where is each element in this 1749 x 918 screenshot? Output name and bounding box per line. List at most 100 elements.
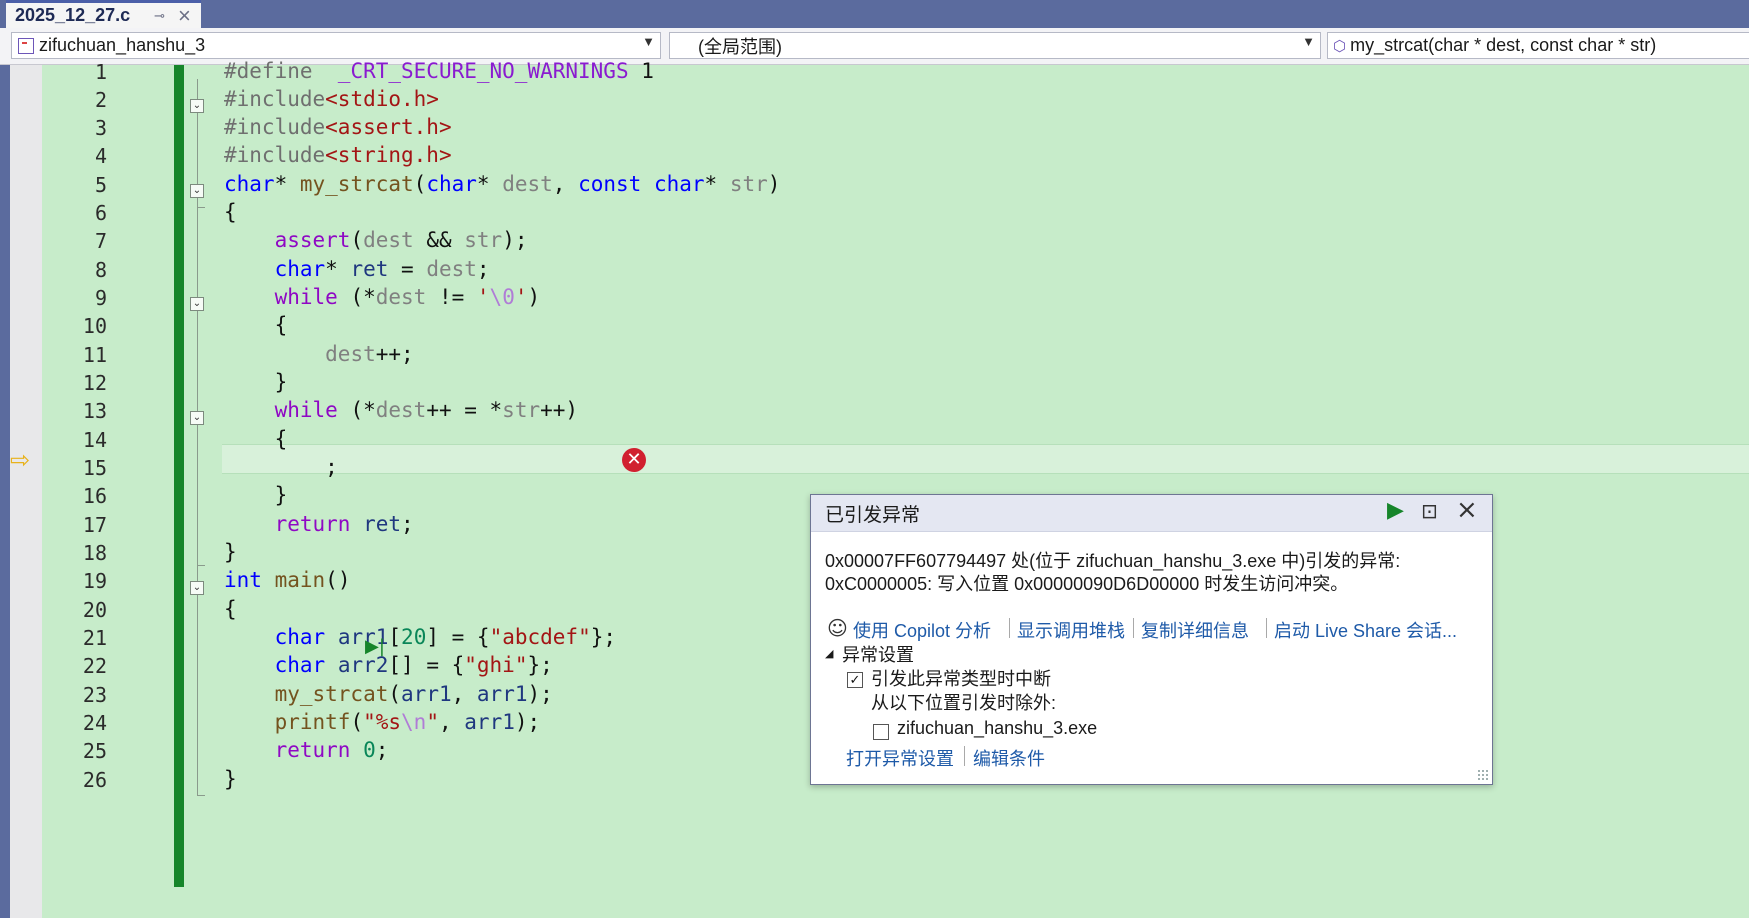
code-line-14[interactable]: {: [224, 427, 288, 451]
code-line-20[interactable]: {: [224, 597, 237, 621]
code-line-10[interactable]: {: [224, 313, 288, 337]
code-line-25[interactable]: return 0;: [224, 738, 389, 762]
code-token: ++;: [375, 342, 414, 366]
code-token: ;: [375, 738, 389, 762]
code-line-1[interactable]: #define _CRT_SECURE_NO_WARNINGS 1: [224, 59, 654, 83]
separator: [964, 746, 965, 766]
code-line-3[interactable]: #include<assert.h>: [224, 115, 452, 139]
start-live-share-link[interactable]: 启动 Live Share 会话...: [1274, 617, 1457, 643]
code-token: dest: [363, 228, 414, 252]
code-token: arr1: [464, 710, 515, 734]
chevron-down-icon: ▼: [642, 34, 655, 49]
code-line-11[interactable]: dest++;: [224, 342, 414, 366]
break-when-thrown-checkbox[interactable]: ✓: [847, 672, 863, 688]
code-line-24[interactable]: printf("%s\n", arr1);: [224, 710, 541, 734]
copilot-icon: ☺: [827, 616, 848, 640]
code-line-12[interactable]: }: [224, 370, 288, 394]
code-line-9[interactable]: while (*dest != '\0'): [224, 285, 541, 309]
code-line-8[interactable]: char* ret = dest;: [224, 257, 490, 281]
code-token: <string.h>: [325, 143, 452, 167]
code-token: str: [464, 228, 503, 252]
project-dropdown[interactable]: zifuchuan_hanshu_3 ▼: [11, 32, 661, 59]
code-line-19[interactable]: int main(): [224, 568, 350, 592]
code-line-6[interactable]: {: [224, 200, 237, 224]
copy-details-link[interactable]: 复制详细信息: [1141, 617, 1249, 643]
code-token: #define: [224, 59, 338, 83]
code-line-22[interactable]: char arr2[] = {"ghi"};: [224, 653, 553, 677]
code-token: =: [388, 257, 427, 281]
show-call-stack-link[interactable]: 显示调用堆栈: [1017, 617, 1125, 643]
member-dropdown[interactable]: ⬡ my_strcat(char * dest, const char * st…: [1327, 32, 1749, 59]
scope-dropdown[interactable]: (全局范围) ▼: [669, 32, 1321, 59]
fold-toggle[interactable]: ⌄: [190, 297, 204, 311]
code-token: dest: [375, 285, 427, 309]
project-dropdown-value: zifuchuan_hanshu_3: [39, 35, 206, 55]
code-token: (: [350, 710, 364, 734]
copilot-analyze-link[interactable]: 使用 Copilot 分析: [853, 617, 991, 643]
exception-helper-popup: 已引发异常 ▶ ⊡ × 0x00007FF607794497 处(位于 zifu…: [810, 494, 1493, 785]
run-to-cursor-icon[interactable]: ▶|: [365, 636, 385, 657]
open-exception-settings-link[interactable]: 打开异常设置: [846, 745, 954, 771]
code-editor[interactable]: ⇨ 1 2 3 4 5 6 7 8 9 10 11 12 13 14 15 16…: [0, 59, 1749, 918]
fold-toggle[interactable]: ⌄: [190, 99, 204, 113]
line-number: 18: [82, 541, 107, 565]
code-line-13[interactable]: while (*dest++ = *str++): [224, 398, 578, 422]
document-tab[interactable]: 2025_12_27.c ⊸ ×: [6, 0, 201, 28]
dock-icon[interactable]: ⊡: [1421, 499, 1438, 523]
pin-icon[interactable]: ⊸: [154, 8, 165, 24]
close-icon[interactable]: ×: [1456, 495, 1478, 525]
code-token: (: [388, 682, 402, 706]
code-line-7[interactable]: assert(dest && str);: [224, 228, 528, 252]
code-line-15[interactable]: ;: [224, 455, 338, 479]
code-line-17[interactable]: return ret;: [224, 512, 414, 536]
code-token: "ghi": [464, 653, 528, 677]
code-line-23[interactable]: my_strcat(arr1, arr1);: [224, 682, 553, 706]
code-token: {: [224, 427, 288, 451]
code-token: &&: [413, 228, 465, 252]
code-line-2[interactable]: #include<stdio.h>: [224, 87, 439, 111]
resize-grip[interactable]: [1477, 769, 1489, 781]
fold-guide-end: [197, 207, 205, 208]
code-token: arr1: [401, 682, 452, 706]
error-icon[interactable]: ✕: [622, 448, 646, 472]
code-token: {: [224, 597, 237, 621]
fold-toggle[interactable]: ⌄: [190, 411, 204, 425]
code-token: printf: [274, 710, 351, 734]
code-line-26[interactable]: }: [224, 767, 237, 791]
module-exclusion-checkbox[interactable]: [873, 724, 889, 740]
collapse-triangle-icon[interactable]: ◢: [825, 647, 833, 660]
code-line-16[interactable]: }: [224, 483, 288, 507]
line-number: 8: [94, 258, 107, 282]
code-token: }: [224, 370, 288, 394]
code-token: ret: [350, 257, 389, 281]
edit-conditions-link[interactable]: 编辑条件: [973, 745, 1045, 771]
code-token: return: [274, 738, 351, 762]
exception-message-line-2: 0xC0000005: 写入位置 0x00000090D6D00000 时发生访…: [825, 574, 1349, 594]
continue-icon[interactable]: ▶: [1387, 498, 1404, 523]
code-token: "%s: [363, 710, 402, 734]
code-line-5[interactable]: char* my_strcat(char* dest, const char* …: [224, 172, 780, 196]
glyph-margin[interactable]: [10, 65, 42, 918]
code-token: );: [502, 228, 528, 252]
code-token: ,: [552, 172, 579, 196]
fold-toggle[interactable]: ⌄: [190, 581, 204, 595]
code-token: my_strcat: [274, 682, 389, 706]
code-token: (): [325, 568, 351, 592]
fold-toggle[interactable]: ⌄: [190, 184, 204, 198]
code-token: (: [413, 172, 427, 196]
code-line-21[interactable]: char arr1[20] = {"abcdef"};: [224, 625, 616, 649]
code-line-18[interactable]: }: [224, 540, 237, 564]
code-token: char: [274, 257, 326, 281]
close-icon[interactable]: ×: [178, 3, 191, 29]
code-line-4[interactable]: #include<string.h>: [224, 143, 452, 167]
line-number: 10: [82, 314, 107, 338]
code-token: ;: [476, 257, 490, 281]
code-token: ': [476, 285, 490, 309]
